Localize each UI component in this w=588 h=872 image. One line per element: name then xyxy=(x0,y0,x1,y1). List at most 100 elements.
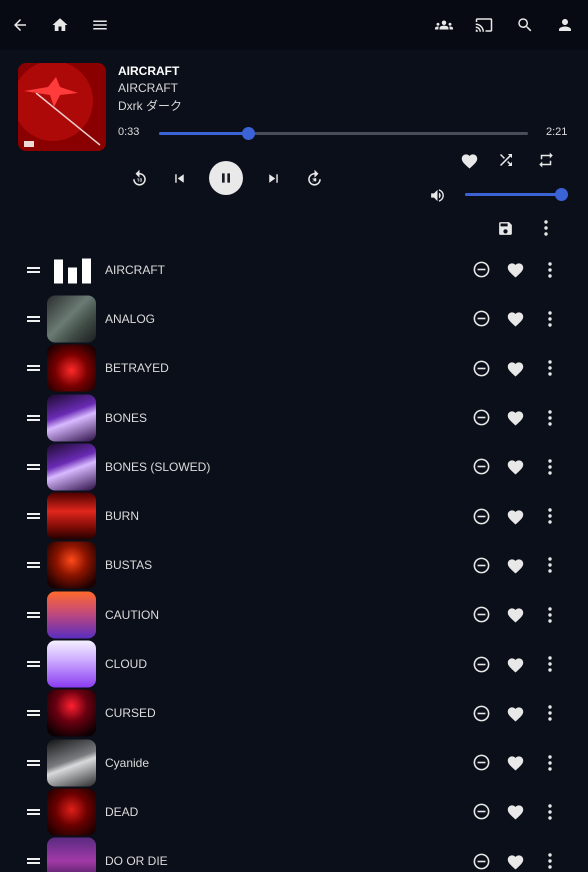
heart-icon[interactable] xyxy=(505,605,526,625)
more-vert-icon[interactable] xyxy=(545,310,555,328)
remove-from-queue-icon[interactable] xyxy=(471,506,491,526)
remove-from-queue-icon[interactable] xyxy=(471,358,491,378)
drag-handle-icon[interactable] xyxy=(27,808,40,816)
save-icon[interactable] xyxy=(496,219,514,237)
queue-item-title[interactable]: BURN xyxy=(105,509,139,523)
more-vert-icon[interactable] xyxy=(545,359,555,377)
remove-from-queue-icon[interactable] xyxy=(471,605,491,625)
now-playing-artist[interactable]: Dxrk ダーク xyxy=(118,97,182,114)
now-playing-album[interactable]: AIRCRAFT xyxy=(118,81,178,95)
queue-item-art[interactable] xyxy=(47,295,96,343)
queue-item-art[interactable] xyxy=(47,443,96,491)
queue-item-title[interactable]: BETRAYED xyxy=(105,361,169,375)
queue-row[interactable]: CURSED xyxy=(0,689,588,738)
remove-from-queue-icon[interactable] xyxy=(471,654,491,674)
queue-item-art[interactable] xyxy=(47,492,96,540)
drag-handle-icon[interactable] xyxy=(27,364,40,372)
drag-handle-icon[interactable] xyxy=(27,463,40,471)
queue-item-art[interactable] xyxy=(47,541,96,589)
remove-from-queue-icon[interactable] xyxy=(471,457,491,477)
queue-item-art[interactable] xyxy=(47,788,96,836)
queue-item-title[interactable]: Cyanide xyxy=(105,756,149,770)
more-vert-icon[interactable] xyxy=(540,219,552,237)
more-vert-icon[interactable] xyxy=(545,803,555,821)
more-vert-icon[interactable] xyxy=(545,507,555,525)
queue-item-title[interactable]: DEAD xyxy=(105,805,138,819)
remove-from-queue-icon[interactable] xyxy=(471,851,491,871)
queue-item-art[interactable] xyxy=(47,739,96,787)
queue-item-art[interactable] xyxy=(47,689,96,737)
heart-icon[interactable] xyxy=(505,753,526,773)
drag-handle-icon[interactable] xyxy=(27,414,40,422)
drag-handle-icon[interactable] xyxy=(27,315,40,323)
more-vert-icon[interactable] xyxy=(545,852,555,870)
queue-item-title[interactable]: BONES (SLOWED) xyxy=(105,460,210,474)
skip-next-icon[interactable] xyxy=(264,169,282,187)
queue-row[interactable]: BURN xyxy=(0,491,588,540)
heart-icon[interactable] xyxy=(505,654,526,674)
more-vert-icon[interactable] xyxy=(545,655,555,673)
queue-item-art[interactable] xyxy=(47,837,96,872)
queue-row[interactable]: ANALOG xyxy=(0,294,588,343)
queue-row[interactable]: AIRCRAFT xyxy=(0,245,588,294)
queue-row[interactable]: CAUTION xyxy=(0,590,588,639)
volume-icon[interactable] xyxy=(428,186,446,204)
remove-from-queue-icon[interactable] xyxy=(471,753,491,773)
album-cover[interactable] xyxy=(18,63,106,151)
queue-row[interactable]: BONES xyxy=(0,393,588,442)
more-vert-icon[interactable] xyxy=(545,704,555,722)
remove-from-queue-icon[interactable] xyxy=(471,802,491,822)
heart-icon[interactable] xyxy=(505,260,526,280)
seek-bar-handle[interactable] xyxy=(241,127,255,140)
heart-icon[interactable] xyxy=(505,703,526,723)
heart-icon[interactable] xyxy=(459,151,479,169)
queue-item-title[interactable]: CAUTION xyxy=(105,608,159,622)
heart-icon[interactable] xyxy=(505,851,526,871)
queue-row[interactable]: Cyanide xyxy=(0,738,588,787)
skip-previous-icon[interactable] xyxy=(170,169,188,187)
queue-item-title[interactable]: ANALOG xyxy=(105,312,155,326)
remove-from-queue-icon[interactable] xyxy=(471,260,491,280)
drag-handle-icon[interactable] xyxy=(27,611,40,619)
queue-item-title[interactable]: CURSED xyxy=(105,706,156,720)
more-vert-icon[interactable] xyxy=(545,458,555,476)
queue-item-art[interactable] xyxy=(47,394,96,442)
queue-row[interactable]: BONES (SLOWED) xyxy=(0,442,588,491)
queue-item-title[interactable]: BONES xyxy=(105,411,147,425)
more-vert-icon[interactable] xyxy=(545,409,555,427)
shuffle-icon[interactable] xyxy=(496,151,516,169)
replay-10-icon[interactable] xyxy=(129,168,149,188)
drag-handle-icon[interactable] xyxy=(27,857,40,865)
remove-from-queue-icon[interactable] xyxy=(471,703,491,723)
queue-row[interactable]: BETRAYED xyxy=(0,344,588,393)
drag-handle-icon[interactable] xyxy=(27,709,40,717)
more-vert-icon[interactable] xyxy=(545,754,555,772)
queue-row[interactable]: DEAD xyxy=(0,787,588,836)
drag-handle-icon[interactable] xyxy=(27,759,40,767)
queue-item-art[interactable] xyxy=(47,246,96,294)
group-icon[interactable] xyxy=(432,15,455,35)
remove-from-queue-icon[interactable] xyxy=(471,408,491,428)
drag-handle-icon[interactable] xyxy=(27,266,40,274)
queue-item-art[interactable] xyxy=(47,640,96,688)
heart-icon[interactable] xyxy=(505,555,526,575)
queue-row[interactable]: DO OR DIE xyxy=(0,837,588,872)
heart-icon[interactable] xyxy=(505,802,526,822)
more-vert-icon[interactable] xyxy=(545,261,555,279)
now-playing-title[interactable]: AIRCRAFT xyxy=(118,64,179,78)
forward-10-icon[interactable] xyxy=(304,168,324,188)
queue-item-art[interactable] xyxy=(47,591,96,639)
volume-slider-handle[interactable] xyxy=(555,188,568,201)
queue-item-art[interactable] xyxy=(47,344,96,392)
heart-icon[interactable] xyxy=(505,358,526,378)
queue-item-title[interactable]: CLOUD xyxy=(105,657,147,671)
more-vert-icon[interactable] xyxy=(545,556,555,574)
pause-button[interactable] xyxy=(209,161,243,195)
remove-from-queue-icon[interactable] xyxy=(471,309,491,329)
heart-icon[interactable] xyxy=(505,506,526,526)
drag-handle-icon[interactable] xyxy=(27,561,40,569)
back-arrow-icon[interactable] xyxy=(10,15,30,35)
home-icon[interactable] xyxy=(50,15,70,35)
queue-row[interactable]: BUSTAS xyxy=(0,541,588,590)
account-icon[interactable] xyxy=(555,15,575,35)
